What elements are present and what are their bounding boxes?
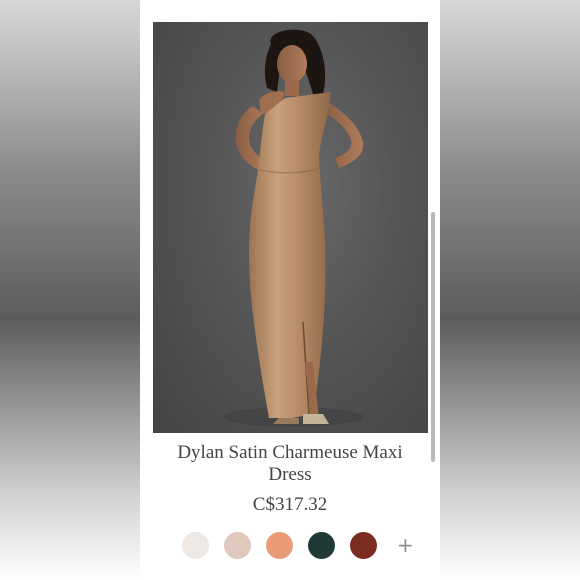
swatch-ivory[interactable] (182, 531, 209, 559)
product-title[interactable]: Dylan Satin Charmeuse Maxi Dress (160, 442, 420, 486)
screenshot-frame: Dylan Satin Charmeuse Maxi Dress C$317.3… (0, 0, 580, 580)
blurred-background-left (0, 0, 140, 580)
swatch-apricot[interactable] (266, 531, 293, 559)
blurred-background-right (440, 0, 580, 580)
model-illustration (223, 29, 364, 427)
product-image[interactable] (153, 22, 428, 433)
swatch-blush[interactable] (224, 531, 251, 559)
swatch-rust[interactable] (350, 531, 377, 559)
scrollbar[interactable] (431, 212, 435, 462)
phone-screen: Dylan Satin Charmeuse Maxi Dress C$317.3… (140, 0, 440, 580)
more-colors-plus-icon[interactable]: + (397, 535, 414, 555)
color-swatches: + (182, 531, 414, 559)
product-price: C$317.32 (252, 494, 328, 515)
swatch-dark-green[interactable] (308, 531, 335, 559)
